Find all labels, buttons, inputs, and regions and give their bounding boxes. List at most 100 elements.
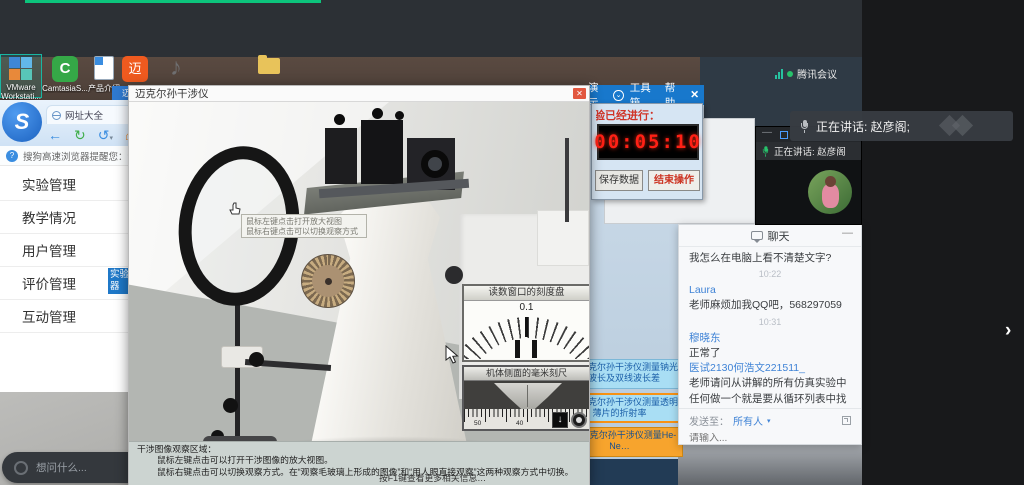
chevron-down-icon[interactable]: ⌄ [613, 90, 623, 101]
wall-box [537, 210, 589, 266]
ruler-readout-panel: 机体侧面的毫米刻尺 50 40 30 ↓ [462, 365, 589, 431]
chat-title: 聊天 [768, 228, 790, 244]
chat-footer: 发送至： 所有人 ▾ [679, 408, 861, 444]
mirror-mount-center[interactable] [361, 120, 403, 184]
sogou-logo[interactable]: S [2, 102, 42, 142]
shared-desktop: VMware Workstati... C CamtasiaS... 产品介绍 … [0, 0, 1024, 485]
instruction-line: 鼠标右键点击可以切换观察方式。在“观察毛玻璃上形成的图像”和“用人眼直接观察”这… [137, 467, 581, 478]
document-icon [94, 56, 114, 80]
close-icon[interactable]: ✕ [573, 88, 586, 99]
mic-on-icon [762, 146, 769, 156]
chat-message-text: 老师麻烦加我QQ吧，568297059 [689, 298, 851, 313]
vmware-icon [9, 57, 20, 68]
meeting-indicator: 腾讯会议 [775, 66, 837, 81]
chat-panel: 聊天 — 我怎么在电脑上看不清楚文字? 10:22 Laura 老师麻烦加我QQ… [678, 224, 862, 445]
online-dot-icon [787, 71, 793, 77]
folder-icon[interactable] [258, 58, 280, 74]
chat-header[interactable]: 聊天 — [679, 225, 861, 247]
timer-led-display: 00:05:10 [597, 124, 699, 160]
timer-label: 实验已经进行： [596, 107, 700, 123]
signal-icon [775, 69, 783, 79]
clamp-knob[interactable] [249, 352, 264, 367]
stand-rod [565, 138, 569, 222]
participants-sidebar: 赵彦阁的屏幕共享 何巍巍 [862, 0, 1024, 485]
send-to-label: 发送至： [689, 413, 729, 428]
speaking-bar: 正在讲话: 赵彦阁 [756, 142, 861, 160]
send-to-select[interactable]: 所有人 [733, 413, 763, 428]
mini-video-area[interactable] [756, 160, 861, 224]
lens-icon[interactable] [421, 150, 449, 178]
mirror-mount-left[interactable] [325, 128, 357, 184]
tab-label: 网址大全 [65, 108, 103, 122]
sim-window: 迈克尔孙干涉仪 ✕ [128, 85, 590, 485]
instruction-heading: 干涉图像观察区域： [137, 444, 581, 455]
chat-timestamp: 10:22 [689, 268, 851, 281]
scroll-down-button[interactable]: ↓ [552, 412, 568, 428]
speaking-overlay-text: 正在讲话: 赵彦阁; [816, 118, 910, 135]
instruction-panel: 干涉图像观察区域： 鼠标左键点击可以打开干涉图像的放大视图。 鼠标右键点击可以切… [129, 441, 589, 485]
background-strip [678, 445, 862, 485]
save-data-button[interactable]: 保存数据 [595, 170, 643, 191]
minimize-icon[interactable]: — [762, 127, 772, 138]
ruler-number: 40 [516, 420, 523, 427]
restore-icon[interactable] [780, 131, 788, 139]
chat-bubble-icon [751, 231, 763, 240]
end-operation-button[interactable]: 结束操作 [648, 170, 700, 191]
timer-value: 00:05:10 [594, 131, 702, 153]
undo-button[interactable]: ↺▾ [98, 127, 113, 144]
tooltip-line: 鼠标左键点击打开放大视图 [246, 217, 362, 227]
camtasia-icon: C [52, 56, 78, 82]
dial-title: 读数窗口的刻度盘 [464, 286, 589, 301]
speaking-overlay: 正在讲话: 赵彦阁; [790, 111, 1013, 141]
adjust-knob[interactable] [372, 108, 383, 119]
tooltip: 鼠标左键点击打开放大视图 鼠标右键点击可以切换观察方式 [241, 214, 367, 238]
mic-icon [800, 120, 809, 133]
experiment-timer-panel: 实验已经进行： 00:05:10 保存数据 结束操作 [591, 103, 703, 200]
ruler-title: 机体侧面的毫米刻尺 [464, 367, 589, 381]
target-button[interactable] [571, 412, 587, 428]
browser-tab[interactable]: 网址大全 [46, 105, 134, 124]
avatar [808, 170, 852, 214]
chat-sender: 医试2130何浩文221511_ [689, 361, 851, 376]
instruction-line: 鼠标左键点击可以打开干涉图像的放大视图。 [137, 455, 581, 466]
minimize-icon[interactable]: — [842, 227, 853, 239]
refresh-button[interactable]: ↻ [74, 127, 86, 144]
sim-titlebar[interactable]: 迈克尔孙干涉仪 ✕ [129, 86, 589, 102]
chevron-down-icon[interactable]: ▾ [767, 417, 771, 425]
chat-sender: 穆晓东 [689, 331, 851, 346]
music-note-icon[interactable]: ♪ [170, 54, 182, 82]
meeting-indicator-label: 腾讯会议 [797, 66, 837, 81]
mouse-cursor [444, 345, 460, 365]
chat-input[interactable] [689, 433, 839, 444]
chat-sender: Laura [689, 283, 851, 298]
clamp-knob[interactable] [223, 398, 238, 413]
instruction-more: 按F1键查看更多相关信息… [379, 473, 486, 484]
magnifier-rod [235, 298, 240, 450]
desktop-icon-camtasia[interactable]: C CamtasiaS... [44, 56, 86, 98]
chat-message-text: 正常了 [689, 346, 851, 361]
dial-pointer [525, 317, 528, 337]
dark-knob[interactable] [445, 266, 463, 284]
sim-app-icon: 迈 [122, 56, 148, 82]
knurled-wheel[interactable] [301, 254, 355, 308]
hand-cursor-icon [229, 202, 242, 216]
chat-message-text: 我怎么在电脑上看不清楚文字? [689, 251, 851, 266]
popout-icon[interactable] [842, 416, 851, 425]
search-placeholder: 想问什么... [36, 460, 87, 475]
speaking-text: 正在讲话: 赵彦阁 [774, 144, 846, 158]
chat-timestamp: 10:31 [689, 316, 851, 329]
dial-readout-panel: 读数窗口的刻度盘 0.1 [462, 284, 589, 362]
sim-3d-scene[interactable]: 鼠标左键点击打开放大视图 鼠标右键点击可以切换观察方式 读数窗口的刻度盘 0.1… [129, 102, 589, 485]
tooltip-line: 鼠标右键点击可以切换观察方式 [246, 227, 362, 237]
chat-messages: 我怎么在电脑上看不清楚文字? 10:22 Laura 老师麻烦加我QQ吧，568… [679, 247, 861, 407]
back-button[interactable]: ← [48, 127, 62, 143]
sidebar-collapse-chevron[interactable]: › [1005, 320, 1011, 342]
globe-icon [52, 111, 61, 120]
lab-menu-bar: 演示 ⌄ 工具箱 帮助 ✕ [583, 85, 704, 105]
adjust-knob[interactable] [395, 111, 404, 120]
ruler-pointer [494, 383, 562, 409]
chat-message-text: 老师请问从讲解的所有仿真实验中任何做一个就是要从循环列表中找 [689, 376, 851, 406]
dial-value: 0.1 [464, 302, 589, 313]
adjust-knob[interactable] [334, 114, 345, 125]
close-icon[interactable]: ✕ [690, 89, 699, 101]
